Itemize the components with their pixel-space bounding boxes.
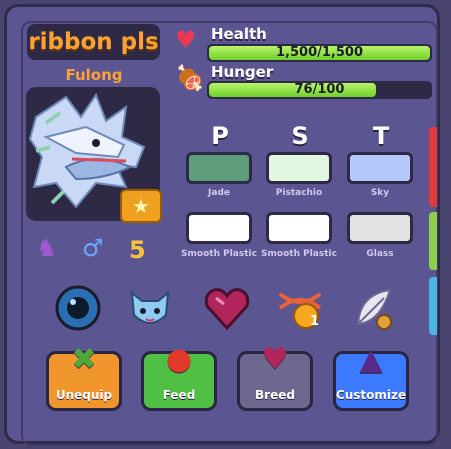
material-swatch-tertiary[interactable] [347, 212, 413, 244]
color-label-primary: Jade [208, 188, 230, 198]
material-swatch-primary[interactable] [186, 212, 252, 244]
material-swatch-secondary[interactable] [266, 212, 332, 244]
pet-name[interactable]: ribbon pls [27, 24, 160, 60]
breed-heart-icon: ♥ [261, 342, 289, 377]
health-bar: 1,500/1,500 [207, 44, 432, 62]
pet-age: 5 [129, 236, 146, 264]
breed-label: Breed [255, 388, 295, 402]
color-label-secondary: Pistachio [275, 188, 323, 198]
pst-letter-s: S [291, 122, 309, 150]
unequip-label: Unequip [55, 388, 113, 402]
health-label: Health [211, 25, 267, 43]
material-label-secondary: Smooth Plastic [261, 249, 337, 259]
pet-species: Fulong [65, 66, 123, 84]
pst-letter-t: T [372, 122, 390, 150]
side-tab-green[interactable] [429, 212, 437, 270]
favorite-star-button[interactable]: ★ [120, 189, 162, 223]
color-label-tertiary: Sky [370, 188, 390, 198]
health-heart-icon: ♥ [175, 26, 197, 54]
color-swatch-tertiary[interactable] [347, 152, 413, 184]
eyeball-icon[interactable] [54, 284, 102, 332]
material-label-primary: Smooth Plastic [181, 249, 257, 259]
feed-button[interactable]: ● Feed [141, 342, 217, 411]
customize-button[interactable]: ▲ Customize [333, 342, 409, 411]
material-label-tertiary: Glass [366, 249, 394, 259]
pst-letter-p: P [211, 122, 229, 150]
customize-label: Customize [335, 388, 407, 402]
heart-gem-icon[interactable] [203, 284, 251, 332]
unequip-dragon-icon: ✖ [71, 342, 97, 377]
hunger-label: Hunger [211, 63, 274, 81]
blue-pet-face-icon[interactable] [126, 284, 174, 332]
feather-icon[interactable] [350, 284, 398, 332]
dna-badge-icon[interactable]: 1 [276, 284, 324, 332]
dna-badge-count: 1 [310, 314, 320, 329]
top-hat-icon: ▲ [359, 342, 383, 377]
side-tab-blue[interactable] [429, 277, 437, 335]
breed-button[interactable]: ♥ Breed [237, 342, 313, 411]
hunger-meat-icon: 🍖 [175, 64, 205, 92]
color-swatch-secondary[interactable] [266, 152, 332, 184]
hunger-value: 76/100 [294, 82, 345, 97]
star-icon: ★ [132, 194, 150, 218]
color-swatch-primary[interactable] [186, 152, 252, 184]
apple-icon: ● [165, 342, 193, 377]
unequip-button[interactable]: ✖ Unequip [46, 342, 122, 411]
health-value: 1,500/1,500 [276, 45, 363, 60]
dragon-silhouette-icon: ♞ [36, 234, 58, 262]
side-tab-red[interactable] [429, 127, 437, 207]
feed-label: Feed [162, 388, 196, 402]
male-symbol-icon: ♂ [82, 234, 104, 262]
hunger-bar: 76/100 [207, 81, 432, 99]
